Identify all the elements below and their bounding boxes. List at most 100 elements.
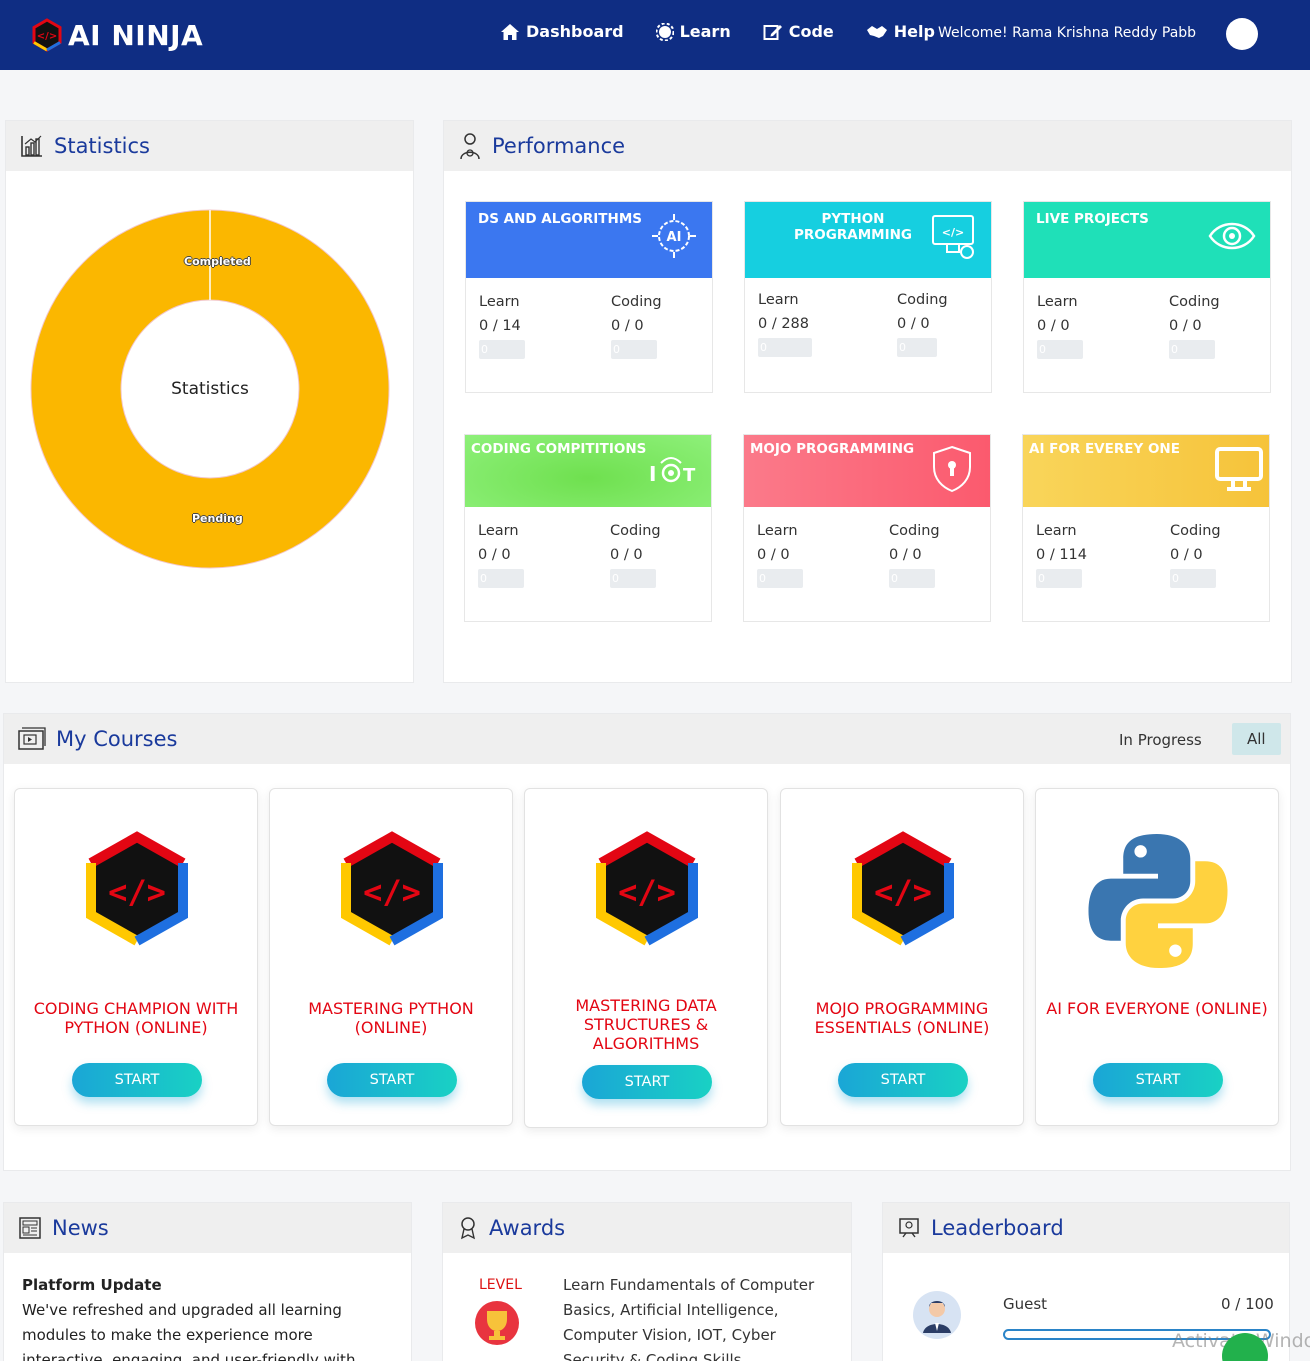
nav-help[interactable]: Help xyxy=(866,22,935,41)
code-hex-logo-icon: </> xyxy=(852,831,954,946)
coding-value: 0 / 0 xyxy=(611,318,644,334)
news-title: News xyxy=(52,1216,109,1240)
card-header: LIVE PROJECTS xyxy=(1024,202,1270,278)
user-badge-icon xyxy=(460,133,480,160)
learn-value: 0 / 288 xyxy=(758,316,810,332)
start-button[interactable]: START xyxy=(72,1063,202,1097)
learn-value: 0 / 0 xyxy=(757,547,790,563)
coding-value: 0 / 0 xyxy=(897,316,930,332)
nav-dashboard[interactable]: Dashboard xyxy=(500,22,624,41)
performance-card-live-projects[interactable]: LIVE PROJECTS Learn 0 / 0 0 Coding 0 / 0 0 xyxy=(1023,201,1271,393)
card-header: CODING COMPITITIONS IT xyxy=(465,435,711,507)
logo[interactable]: </> AI NINJA xyxy=(30,18,203,52)
start-button[interactable]: START xyxy=(1093,1063,1223,1097)
card-header: DS AND ALGORITHMS AI xyxy=(466,202,712,278)
performance-card-coding-competitions[interactable]: CODING COMPITITIONS IT Learn 0 / 00 Codin… xyxy=(464,434,712,622)
monitor-icon xyxy=(1215,447,1263,491)
code-hex-logo-icon: </> xyxy=(341,831,443,946)
learn-label: Learn xyxy=(1037,294,1078,310)
start-button[interactable]: START xyxy=(327,1063,457,1097)
coding-value: 0 / 0 xyxy=(610,547,643,563)
news-content: Platform Update We've refreshed and upgr… xyxy=(4,1253,411,1361)
leaderboard-score: 0 / 100 xyxy=(1221,1295,1274,1313)
eye-icon xyxy=(1208,222,1256,250)
awards-panel: Awards LEVEL Learn Fundamentals of Compu… xyxy=(442,1202,852,1361)
coding-progress-bar: 0 xyxy=(1170,569,1216,588)
card-title: AI FOR EVEREY ONE xyxy=(1029,441,1180,457)
awards-header: Awards xyxy=(443,1203,851,1253)
donut-center-label: Statistics xyxy=(171,379,249,399)
start-button[interactable]: START xyxy=(582,1065,712,1099)
bar-chart-icon xyxy=(21,135,42,157)
awards-title: Awards xyxy=(489,1216,566,1240)
svg-text:I: I xyxy=(649,462,656,486)
welcome-text: Welcome! Rama Krishna Reddy Pabb xyxy=(938,25,1197,41)
newspaper-icon xyxy=(19,1217,41,1239)
course-title: MASTERING DATA STRUCTURES & ALGORITHMS xyxy=(575,996,717,1053)
performance-card-ai-for-everyone[interactable]: AI FOR EVEREY ONE Learn 0 / 114 0 Coding 0 … xyxy=(1022,434,1270,622)
coding-label: Coding xyxy=(1169,294,1220,310)
code-hex-logo-icon: </> xyxy=(86,831,188,946)
course-card[interactable]: </> MOJO PROGRAMMING ESSENTIALS (ONLINE)… xyxy=(780,788,1024,1126)
learn-label: Learn xyxy=(479,294,520,310)
card-header: MOJO PROGRAMMING xyxy=(744,435,990,507)
learn-label: Learn xyxy=(757,523,798,539)
home-icon xyxy=(501,23,519,40)
course-card[interactable]: </> MASTERING PYTHON (ONLINE) START xyxy=(269,788,513,1126)
user-avatar-icon xyxy=(923,1301,951,1333)
learn-value: 0 / 0 xyxy=(1037,318,1070,334)
svg-text:T: T xyxy=(683,465,696,486)
statistics-panel: Statistics Completed Pending Statistics xyxy=(5,120,414,683)
award-description: Learn Fundamentals of Computer Basics, A… xyxy=(563,1276,815,1361)
coding-progress-bar: 0 xyxy=(610,569,656,588)
nav-help-label: Help xyxy=(893,22,935,41)
learn-progress-bar: 0 xyxy=(478,569,524,588)
courses-icon xyxy=(18,727,46,750)
performance-header: Performance xyxy=(444,121,1291,171)
nav-dashboard-label: Dashboard xyxy=(526,22,624,41)
course-title: CODING CHAMPION WITH PYTHON (ONLINE) xyxy=(33,999,239,1037)
trophy-icon xyxy=(475,1301,519,1345)
news-item-heading: Platform Update xyxy=(22,1276,162,1294)
nav-code[interactable]: Code xyxy=(763,22,834,41)
svg-text:</>: </> xyxy=(942,226,964,239)
nav-learn-label: Learn xyxy=(679,22,731,41)
user-avatar[interactable] xyxy=(1226,18,1258,50)
coding-progress-bar: 0 xyxy=(1169,340,1215,359)
top-navbar: </> AI NINJA Dashboard Learn Code Help W… xyxy=(0,0,1310,70)
svg-text:</>: </> xyxy=(37,31,57,42)
learn-value: 0 / 114 xyxy=(1036,547,1088,563)
card-title: LIVE PROJECTS xyxy=(1036,211,1149,227)
news-header: News xyxy=(4,1203,411,1253)
shield-icon xyxy=(933,445,971,493)
learn-label: Learn xyxy=(478,523,519,539)
card-title: PYTHON PROGRAMMING xyxy=(794,211,912,243)
nav-learn[interactable]: Learn xyxy=(655,22,731,41)
course-card[interactable]: AI FOR EVERYONE (ONLINE) START xyxy=(1035,788,1279,1126)
my-courses-header: My Courses In Progress All xyxy=(4,714,1290,764)
coding-label: Coding xyxy=(610,523,661,539)
performance-card-python[interactable]: PYTHON PROGRAMMING </> Learn 0 / 288 0 Cod… xyxy=(744,201,992,393)
coding-progress-bar: 0 xyxy=(897,338,937,357)
card-title: CODING COMPITITIONS xyxy=(471,441,647,457)
learn-label: Learn xyxy=(758,292,799,308)
performance-card-ds-algorithms[interactable]: DS AND ALGORITHMS AI Learn 0 / 14 0 Coding… xyxy=(465,201,713,393)
card-header: PYTHON PROGRAMMING </> xyxy=(745,202,991,278)
my-courses-title: My Courses xyxy=(56,727,178,751)
code-monitor-icon: </> xyxy=(932,215,974,259)
course-card[interactable]: </> CODING CHAMPION WITH PYTHON (ONLINE)… xyxy=(14,788,258,1126)
start-button[interactable]: START xyxy=(838,1063,968,1097)
coding-label: Coding xyxy=(1170,523,1221,539)
learn-value: 0 / 0 xyxy=(478,547,511,563)
donut-label-completed: Completed xyxy=(184,255,251,268)
tab-all[interactable]: All xyxy=(1232,723,1281,755)
card-title: DS AND ALGORITHMS xyxy=(478,211,642,227)
performance-card-mojo[interactable]: MOJO PROGRAMMING Learn 0 / 0 0 Coding 0 / 0… xyxy=(743,434,991,622)
award-level-label: LEVEL xyxy=(479,1277,522,1293)
leaderboard-header: Leaderboard xyxy=(883,1203,1289,1253)
learn-progress-bar: 0 xyxy=(1036,569,1082,588)
svg-text:</>: </> xyxy=(363,873,421,911)
course-card[interactable]: </> MASTERING DATA STRUCTURES & ALGORITH… xyxy=(524,788,768,1128)
iot-icon: IT xyxy=(649,457,696,486)
tab-in-progress[interactable]: In Progress xyxy=(1104,724,1217,756)
